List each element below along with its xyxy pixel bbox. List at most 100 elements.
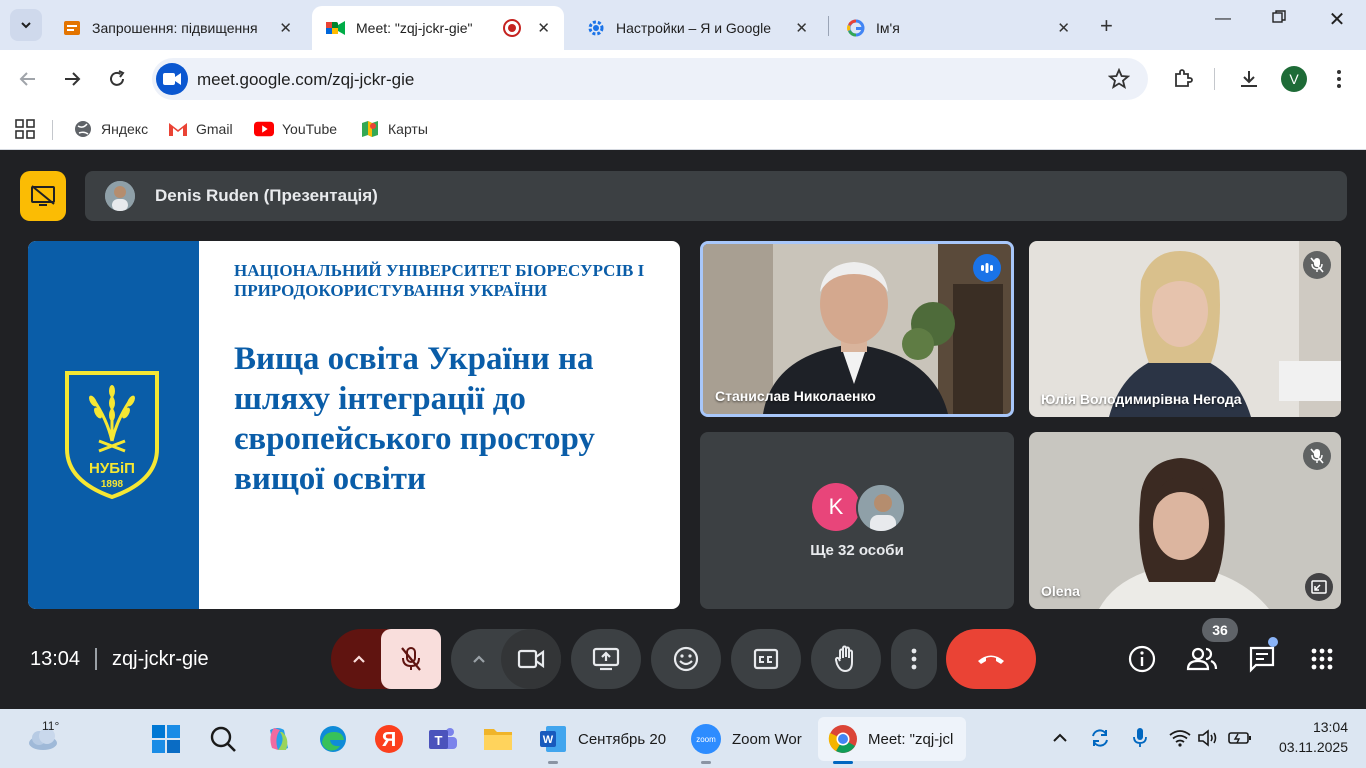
apps-grid-icon xyxy=(1311,648,1333,670)
close-icon[interactable]: ✕ xyxy=(1057,19,1070,37)
participant-tile[interactable]: Станислав Николаенко xyxy=(700,241,1014,417)
battery-icon[interactable] xyxy=(1228,726,1252,750)
participant-avatar: K xyxy=(812,483,860,531)
copilot-icon xyxy=(270,728,288,750)
search-button[interactable] xyxy=(209,717,237,761)
close-window-button[interactable]: ✕ xyxy=(1322,7,1352,32)
meeting-code: zqj-jckr-gie xyxy=(112,648,209,670)
taskbar-app-chrome[interactable]: Meet: "zqj-jcl xyxy=(818,717,966,761)
apps-grid-icon[interactable] xyxy=(15,116,35,142)
tab-title: Ім'я xyxy=(876,20,900,36)
yandex-browser-button[interactable]: Я xyxy=(374,717,404,761)
back-button[interactable] xyxy=(15,66,41,92)
mic-options-button[interactable] xyxy=(331,629,387,689)
gmail-icon xyxy=(168,119,188,139)
extensions-icon[interactable] xyxy=(1170,66,1196,92)
app-active-indicator xyxy=(833,761,853,764)
file-explorer-button[interactable] xyxy=(482,717,514,761)
sync-icon[interactable] xyxy=(1088,726,1112,750)
more-participants-tile[interactable]: K Ще 32 особи xyxy=(700,432,1014,609)
yandex-icon: Я xyxy=(375,725,403,753)
video-camera-icon xyxy=(517,649,545,669)
system-date[interactable]: 03.11.2025 xyxy=(1262,739,1348,755)
address-bar[interactable]: meet.google.com/zqj-jckr-gie xyxy=(152,58,1148,100)
activities-button[interactable] xyxy=(1306,643,1338,675)
wifi-icon[interactable] xyxy=(1168,726,1192,750)
slide-headline: Вища освіта України на шляху інтеграції … xyxy=(234,341,595,497)
bookmark-gmail[interactable]: Gmail xyxy=(168,116,233,142)
teams-button[interactable]: T xyxy=(427,717,459,761)
pin-tile-icon[interactable] xyxy=(1305,573,1333,601)
mic-off-icon xyxy=(401,647,421,671)
tab-settings[interactable]: Настройки – Я и Google ✕ xyxy=(572,6,822,50)
close-icon[interactable]: ✕ xyxy=(537,19,550,37)
participant-tile[interactable]: Юлія Володимирівна Негода xyxy=(1029,241,1341,417)
more-vertical-icon[interactable] xyxy=(1326,66,1352,92)
edge-button[interactable] xyxy=(318,717,348,761)
close-icon[interactable]: ✕ xyxy=(279,19,292,37)
camera-toggle-button[interactable] xyxy=(501,629,561,689)
people-button[interactable] xyxy=(1186,643,1218,675)
participant-avatar xyxy=(856,483,906,533)
profile-avatar[interactable]: V xyxy=(1281,66,1307,92)
restore-button[interactable] xyxy=(1264,10,1294,29)
crest-text: НУБіП xyxy=(89,460,135,477)
copilot-button[interactable] xyxy=(264,717,294,761)
chat-button[interactable] xyxy=(1246,643,1278,675)
mic-toggle-button[interactable] xyxy=(381,629,441,689)
site-info-icon[interactable] xyxy=(156,63,188,95)
bookmark-label: Яндекс xyxy=(101,121,149,137)
youtube-icon xyxy=(254,119,274,139)
tray-overflow-button[interactable] xyxy=(1048,726,1072,750)
bookmarks-bar: Яндекс Gmail YouTube Карты xyxy=(0,108,1366,150)
meeting-clock: 13:04 xyxy=(30,648,81,670)
start-button[interactable] xyxy=(151,717,181,761)
bookmark-yandex[interactable]: Яндекс xyxy=(73,116,148,142)
present-screen-button[interactable] xyxy=(571,629,641,689)
close-icon[interactable]: ✕ xyxy=(795,19,808,37)
taskbar-app-label: Meet: "zqj-jcl xyxy=(868,730,954,748)
taskbar-app-label: Сентябрь 20 xyxy=(578,730,667,748)
tab-search-button[interactable] xyxy=(10,9,42,41)
svg-text:Я: Я xyxy=(382,729,396,751)
stop-presenting-button[interactable] xyxy=(20,171,66,221)
taskbar-app-label: Zoom Wor xyxy=(732,730,802,748)
recording-icon xyxy=(503,19,522,37)
more-options-button[interactable] xyxy=(891,629,937,689)
mic-off-icon xyxy=(1303,442,1331,470)
tab-meet[interactable]: Meet: "zqj-jckr-gie" ✕ xyxy=(312,6,564,50)
camera-options-button[interactable] xyxy=(451,629,507,689)
emoji-icon xyxy=(673,646,699,672)
tab-title: Meet: "zqj-jckr-gie" xyxy=(356,20,473,36)
taskbar-app-word[interactable]: W Сентябрь 20 xyxy=(538,717,670,761)
participant-tile[interactable]: Olena xyxy=(1029,432,1341,609)
tab-name[interactable]: Ім'я ✕ xyxy=(832,6,1084,50)
forward-button[interactable] xyxy=(59,66,85,92)
toolbar-divider xyxy=(1214,68,1215,90)
reload-button[interactable] xyxy=(104,66,130,92)
volume-icon[interactable] xyxy=(1196,726,1220,750)
meeting-details-button[interactable] xyxy=(1126,643,1158,675)
download-icon[interactable] xyxy=(1236,66,1262,92)
minimize-button[interactable]: — xyxy=(1208,10,1238,28)
crest-year: 1898 xyxy=(101,479,124,490)
arrow-left-icon xyxy=(19,72,35,86)
video-camera-icon xyxy=(163,73,181,85)
system-clock[interactable]: 13:04 xyxy=(1268,719,1348,735)
app-running-indicator xyxy=(701,761,711,764)
leave-call-button[interactable] xyxy=(946,629,1036,689)
bookmark-youtube[interactable]: YouTube xyxy=(254,116,337,142)
microphone-icon[interactable] xyxy=(1128,726,1152,750)
captions-button[interactable] xyxy=(731,629,801,689)
people-icon xyxy=(1186,647,1218,671)
bookmark-maps[interactable]: Карты xyxy=(360,116,428,142)
chat-unread-dot xyxy=(1268,637,1278,647)
folder-icon xyxy=(484,729,512,750)
taskbar-app-zoom[interactable]: zoom Zoom Wor xyxy=(690,717,810,761)
reactions-button[interactable] xyxy=(651,629,721,689)
new-tab-button[interactable]: + xyxy=(1100,13,1113,39)
bookmark-star-icon[interactable] xyxy=(1107,67,1131,95)
tab-invitation[interactable]: Запрошення: підвищення ✕ xyxy=(48,6,306,50)
raise-hand-button[interactable] xyxy=(811,629,881,689)
camera-control-group xyxy=(451,629,561,689)
